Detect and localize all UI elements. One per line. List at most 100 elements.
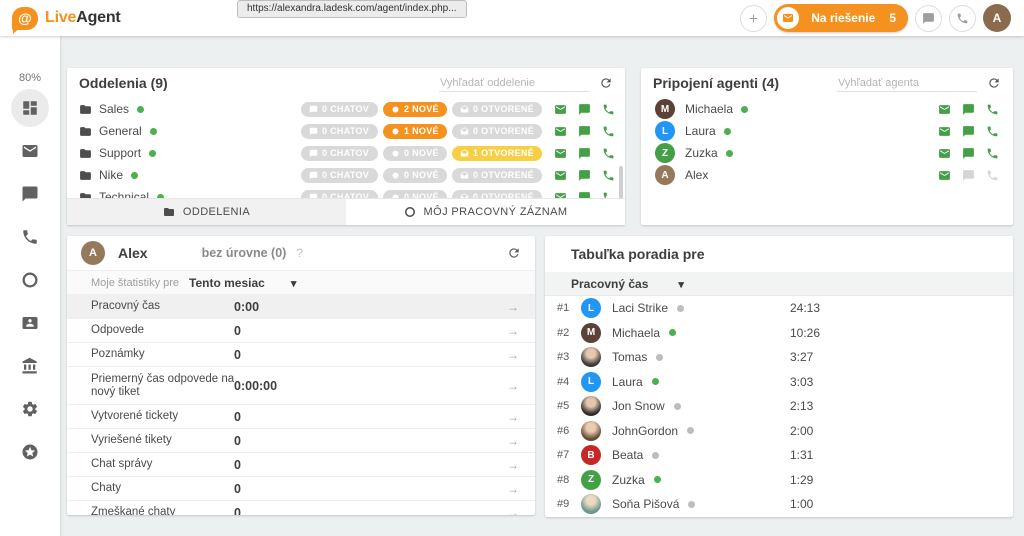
refresh-icon xyxy=(507,246,521,260)
refresh-icon xyxy=(599,76,613,90)
phone-icon[interactable] xyxy=(986,147,999,160)
phone-icon[interactable] xyxy=(602,103,615,116)
stat-row[interactable]: Zmeškané chaty0 xyxy=(67,501,535,515)
agent-name: Laura xyxy=(685,124,716,138)
mail-icon[interactable] xyxy=(554,125,567,138)
phone-icon[interactable] xyxy=(602,169,615,182)
new-tickets-badge[interactable]: 0 NOVÉ xyxy=(383,168,447,183)
open-tickets-badge[interactable]: 1 OTVORENÉ xyxy=(452,146,542,161)
avatar-photo xyxy=(581,494,601,514)
stat-row[interactable]: Vyriešené tikety0 xyxy=(67,429,535,453)
phone-icon[interactable] xyxy=(602,125,615,138)
chat-icon[interactable] xyxy=(962,169,975,182)
nav-tickets[interactable] xyxy=(11,132,49,170)
leaderboard-row[interactable]: #8ZZuzka1:29 xyxy=(545,468,1013,493)
stat-row[interactable]: Priemerný čas odpovede na nový tiket0:00… xyxy=(67,367,535,405)
mail-icon[interactable] xyxy=(554,147,567,160)
agent-search-input[interactable] xyxy=(837,75,977,92)
refresh-button[interactable] xyxy=(987,76,1001,90)
stat-row[interactable]: Odpovede0 xyxy=(67,319,535,343)
agent-row[interactable]: Z Zuzka xyxy=(641,142,1013,164)
leaderboard-metric-dropdown[interactable]: Pracovný čas xyxy=(545,272,1013,296)
mail-icon[interactable] xyxy=(938,169,951,182)
user-avatar[interactable]: A xyxy=(983,4,1011,32)
refresh-button[interactable] xyxy=(507,246,521,260)
refresh-button[interactable] xyxy=(599,76,613,90)
nav-settings[interactable] xyxy=(11,390,49,428)
to-solve-button[interactable]: Na riešenie 5 xyxy=(774,4,908,32)
calls-button[interactable] xyxy=(949,5,976,32)
help-icon[interactable]: ? xyxy=(296,246,303,260)
open-tickets-badge[interactable]: 0 OTVORENÉ xyxy=(452,102,542,117)
plus-icon xyxy=(747,12,760,25)
nav-knowledge-base[interactable] xyxy=(11,347,49,385)
nav-calls[interactable] xyxy=(11,218,49,256)
stat-row[interactable]: Poznámky0 xyxy=(67,343,535,367)
agent-row[interactable]: A Alex xyxy=(641,164,1013,186)
nav-history[interactable] xyxy=(11,261,49,299)
nav-chats[interactable] xyxy=(11,175,49,213)
department-row[interactable]: Sales 0 CHATOV 2 NOVÉ 0 OTVORENÉ xyxy=(67,98,625,120)
mail-icon[interactable] xyxy=(554,103,567,116)
new-tickets-badge[interactable]: 0 NOVÉ xyxy=(383,146,447,161)
mail-icon[interactable] xyxy=(938,147,951,160)
chat-icon[interactable] xyxy=(578,125,591,138)
chats-badge[interactable]: 0 CHATOV xyxy=(301,102,378,117)
chat-icon[interactable] xyxy=(962,125,975,138)
stat-row[interactable]: Pracovný čas0:00 xyxy=(67,295,535,319)
department-name: Nike xyxy=(99,168,123,182)
mail-icon[interactable] xyxy=(554,169,567,182)
dashboard-icon xyxy=(21,99,39,117)
status-dot xyxy=(150,128,157,135)
leaderboard-row[interactable]: #6JohnGordon2:00 xyxy=(545,419,1013,444)
tab-my-work-record[interactable]: MÔJ PRACOVNÝ ZÁZNAM xyxy=(346,199,625,225)
chat-icon[interactable] xyxy=(962,147,975,160)
stat-row[interactable]: Chaty0 xyxy=(67,477,535,501)
topbar: @ LiveAgent https://alexandra.ladesk.com… xyxy=(0,0,1024,36)
agent-row[interactable]: L Laura xyxy=(641,120,1013,142)
department-row[interactable]: General 0 CHATOV 1 NOVÉ 0 OTVORENÉ xyxy=(67,120,625,142)
chats-button[interactable] xyxy=(915,5,942,32)
status-dot xyxy=(726,150,733,157)
mail-icon[interactable] xyxy=(938,125,951,138)
leaderboard-row[interactable]: #3Tomas3:27 xyxy=(545,345,1013,370)
phone-icon[interactable] xyxy=(986,169,999,182)
leaderboard-row[interactable]: #9Soňa Pišová1:00 xyxy=(545,492,1013,517)
leaderboard-row[interactable]: #2MMichaela10:26 xyxy=(545,321,1013,346)
chats-badge[interactable]: 0 CHATOV xyxy=(301,146,378,161)
chats-badge[interactable]: 0 CHATOV xyxy=(301,168,378,183)
new-tickets-badge[interactable]: 1 NOVÉ xyxy=(383,124,447,139)
open-tickets-badge[interactable]: 0 OTVORENÉ xyxy=(452,124,542,139)
department-search-input[interactable] xyxy=(439,75,589,92)
agent-row[interactable]: M Michaela xyxy=(641,98,1013,120)
nav-dashboard[interactable] xyxy=(11,89,49,127)
status-dot xyxy=(652,452,659,459)
phone-icon[interactable] xyxy=(986,125,999,138)
mail-icon[interactable] xyxy=(938,103,951,116)
phone-icon[interactable] xyxy=(602,147,615,160)
department-row[interactable]: Support 0 CHATOV 0 NOVÉ 1 OTVORENÉ xyxy=(67,142,625,164)
avatar: A xyxy=(81,241,105,265)
nav-contacts[interactable] xyxy=(11,304,49,342)
chats-badge[interactable]: 0 CHATOV xyxy=(301,124,378,139)
phone-icon[interactable] xyxy=(986,103,999,116)
add-button[interactable] xyxy=(740,5,767,32)
chat-icon[interactable] xyxy=(578,169,591,182)
liveagent-logo[interactable]: @ LiveAgent xyxy=(12,7,121,30)
chat-icon[interactable] xyxy=(578,147,591,160)
open-tickets-badge[interactable]: 0 OTVORENÉ xyxy=(452,168,542,183)
tab-departments[interactable]: ODDELENIA xyxy=(67,199,346,225)
chat-icon[interactable] xyxy=(578,103,591,116)
new-tickets-badge[interactable]: 2 NOVÉ xyxy=(383,102,447,117)
stats-period-dropdown[interactable]: Moje štatistiky pre Tento mesiac xyxy=(67,270,535,295)
leaderboard-row[interactable]: #4LLaura3:03 xyxy=(545,370,1013,395)
leaderboard-row[interactable]: #7BBeata1:31 xyxy=(545,443,1013,468)
department-row[interactable]: Nike 0 CHATOV 0 NOVÉ 0 OTVORENÉ xyxy=(67,164,625,186)
stat-row[interactable]: Vytvorené tickety0 xyxy=(67,405,535,429)
leaderboard-row[interactable]: #5Jon Snow2:13 xyxy=(545,394,1013,419)
chat-icon[interactable] xyxy=(962,103,975,116)
stat-row[interactable]: Chat správy0 xyxy=(67,453,535,477)
avatar: L xyxy=(581,372,601,392)
nav-achievements[interactable] xyxy=(11,433,49,471)
leaderboard-row[interactable]: #1LLaci Strike24:13 xyxy=(545,296,1013,321)
